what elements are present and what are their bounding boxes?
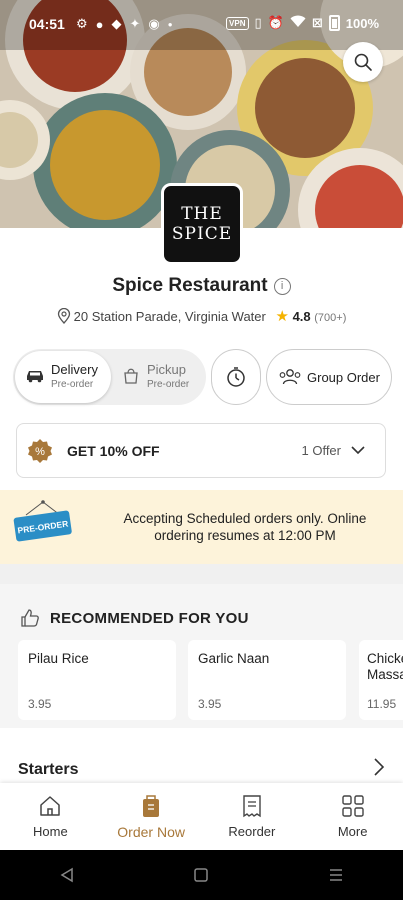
group-order-label: Group Order [307,369,380,385]
pickup-label: Pickup [147,362,187,377]
item-price: 11.95 [367,697,397,711]
android-icon: ◆ [111,16,122,31]
app-icon: ✦ [129,16,141,31]
order-mode-toggle: Delivery Pre-order Pickup Pre-order [13,349,206,405]
status-bar: 04:51 ⚙ ● ◆ ✦ ◉ ● VPN ▯ ⏰ ⊠ 100% [0,0,403,48]
star-icon: ★ [275,308,289,325]
offer-title: GET 10% OFF [67,442,160,459]
tab-order-now-label: Order Now [117,823,185,840]
recommended-item[interactable]: Garlic Naan 3.95 [188,640,346,720]
receipt-icon [243,795,261,818]
grid-icon [341,795,364,817]
status-time: 04:51 [29,16,65,32]
tab-reorder-label: Reorder [228,824,276,839]
thumbs-up-icon [21,609,39,627]
system-icons: VPN ▯ ⏰ ⊠ 100% [226,15,379,31]
tab-more[interactable]: More [302,783,403,850]
scheduled-orders-notice: PRE-ORDER Accepting Scheduled orders onl… [0,490,403,564]
offer-count: 1 Offer [301,443,341,458]
chevron-down-icon [351,446,365,455]
messenger-icon: ● [95,16,104,32]
info-icon[interactable]: i [273,278,291,295]
schedule-button[interactable] [211,349,261,405]
alarm-icon: ⏰ [267,15,284,30]
home-nav-icon[interactable] [193,867,209,883]
recommended-header: RECOMMENDED FOR YOU [20,608,249,628]
rating-value: 4.8 [292,309,311,324]
shopping-bag-icon [121,366,141,389]
logo-line-1: THE [181,204,223,224]
order-bag-icon [143,794,160,817]
recommended-section: RECOMMENDED FOR YOU Pilau Rice 3.95 Garl… [0,584,403,728]
item-name: Pilau Rice [28,651,89,666]
delivery-sub: Pre-order [51,379,94,390]
logo-line-2: SPICE [171,224,233,244]
tab-home-label: Home [33,824,68,839]
battery-percent: 100% [345,15,379,31]
tab-home[interactable]: Home [0,783,101,850]
chrome-icon: ◉ [148,16,160,31]
bottom-tab-bar: Home Order Now Reorder More [0,783,403,850]
section-divider [0,564,403,584]
pre-order-sign-icon: PRE-ORDER [13,500,72,542]
section-spacer [0,728,403,750]
group-order-button[interactable]: Group Order [266,349,392,405]
tab-more-label: More [337,824,368,839]
x-icon: ⊠ [311,15,323,30]
restaurant-name-row: Spice Restaurant i [0,275,403,297]
pickup-sub: Pre-order [147,379,190,390]
vpn-icon: VPN [226,16,249,30]
delivery-option[interactable]: Delivery Pre-order [15,351,111,403]
offer-card[interactable]: % GET 10% OFF 1 Offer [16,423,386,478]
tab-reorder[interactable]: Reorder [202,783,303,850]
notice-message: Accepting Scheduled orders only. Online … [123,511,367,543]
recommended-item[interactable]: Chicken Massa 11.95 [359,640,403,720]
vibrate-icon: ▯ [254,15,262,30]
back-icon[interactable] [59,867,75,883]
delivery-label: Delivery [51,362,98,377]
search-icon [354,53,372,71]
restaurant-name: Spice Restaurant [112,275,268,296]
item-name: Garlic Naan [198,651,270,666]
recents-icon[interactable] [328,867,344,883]
group-icon [279,369,301,385]
tab-order-now[interactable]: Order Now [101,783,202,850]
item-price: 3.95 [28,697,52,711]
stopwatch-icon [227,367,245,387]
pickup-option[interactable]: Pickup Pre-order [111,351,207,403]
menu-category-title[interactable]: Starters [18,761,78,779]
restaurant-address: 20 Station Parade, Virginia Water [73,309,266,324]
battery-icon [328,15,340,31]
chevron-right-icon[interactable] [372,757,386,777]
car-icon [25,367,45,388]
system-navigation-bar [0,850,403,900]
location-pin-icon [57,307,70,324]
settings-icon: ⚙ [76,16,88,31]
svg-text:%: % [35,446,45,458]
dot-icon: ● [167,19,173,29]
item-price: 3.95 [198,697,222,711]
rating-count: (700+) [314,312,347,324]
restaurant-logo: THE SPICE [161,183,243,265]
discount-badge-icon: % [28,438,52,463]
search-button[interactable] [343,42,383,82]
address-row: 20 Station Parade, Virginia Water ★ 4.8 … [0,307,403,325]
item-name: Chicken Massa [367,651,403,682]
home-icon [40,796,61,816]
notification-icons: ⚙ ● ◆ ✦ ◉ ● [76,16,173,32]
recommended-heading: RECOMMENDED FOR YOU [50,609,249,627]
recommended-item[interactable]: Pilau Rice 3.95 [18,640,176,720]
wifi-icon [290,15,306,31]
